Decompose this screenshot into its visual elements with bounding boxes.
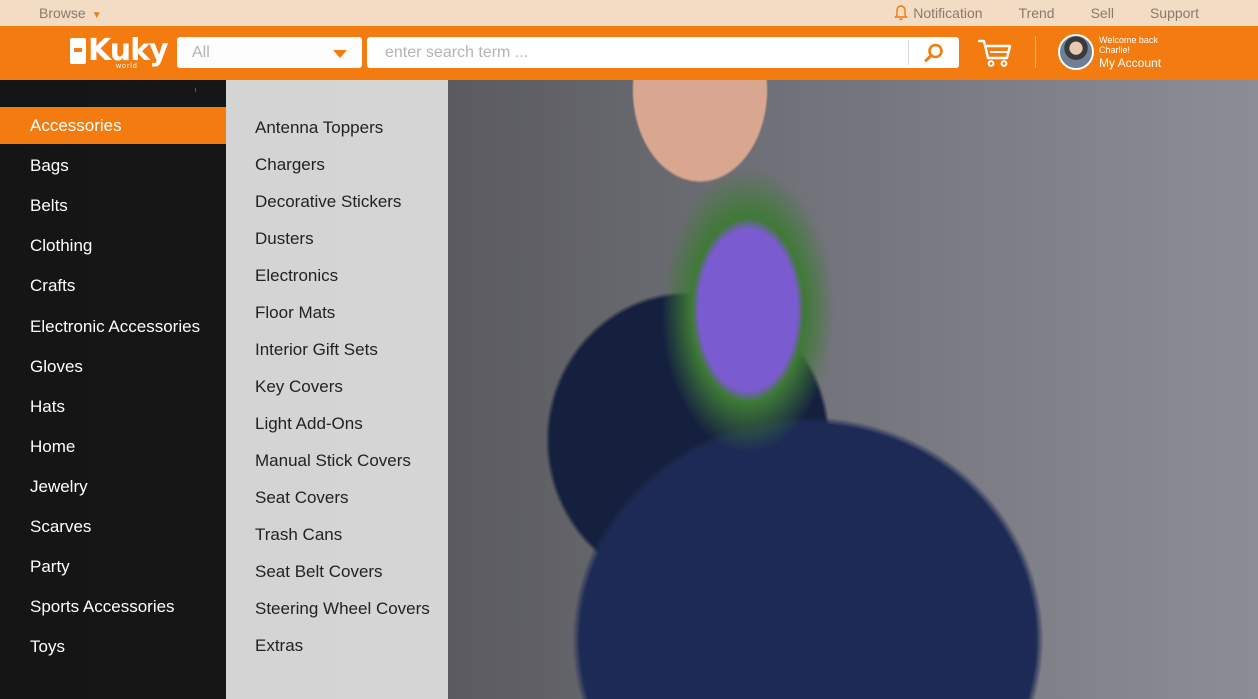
subcategory-item-decorative-stickers[interactable]: Decorative Stickers [255, 192, 401, 212]
logo-subtext: world [116, 63, 138, 70]
category-item-gloves[interactable]: Gloves [0, 348, 226, 385]
avatar [1058, 34, 1094, 70]
support-link[interactable]: Support [1150, 5, 1199, 21]
browse-label: Browse [39, 5, 86, 21]
top-bar: Browse ▼ Notification Trend Sell Support [0, 0, 1258, 26]
category-item-crafts[interactable]: Crafts [0, 267, 226, 304]
account-menu[interactable]: Welcome back Charlie! My Account [1058, 34, 1161, 70]
search-input[interactable] [367, 37, 907, 68]
browse-menu[interactable]: Browse ▼ [39, 5, 102, 21]
subcategory-item-dusters[interactable]: Dusters [255, 229, 314, 249]
category-item-home[interactable]: Home [0, 428, 226, 465]
category-menu: Accessories Bags Belts Clothing Crafts E… [0, 80, 226, 699]
menu-tick [195, 88, 196, 92]
my-account-link[interactable]: My Account [1099, 57, 1161, 69]
cart-icon[interactable] [977, 38, 1013, 68]
subcategory-item-interior-gift-sets[interactable]: Interior Gift Sets [255, 340, 378, 360]
welcome-text: Welcome back [1099, 34, 1158, 45]
category-item-sports-accessories[interactable]: Sports Accessories [0, 588, 226, 625]
top-links: Notification Trend Sell Support [894, 5, 1199, 21]
subcategory-item-floor-mats[interactable]: Floor Mats [255, 303, 335, 323]
category-item-clothing[interactable]: Clothing [0, 227, 226, 264]
search-box [367, 37, 959, 68]
category-item-electronic-accessories[interactable]: Electronic Accessories [0, 308, 226, 345]
subcategory-item-manual-stick-covers[interactable]: Manual Stick Covers [255, 451, 411, 471]
subcategory-item-seat-covers[interactable]: Seat Covers [255, 488, 349, 508]
dropdown-arrow-icon [333, 50, 347, 58]
subcategory-item-electronics[interactable]: Electronics [255, 266, 338, 286]
subcategory-item-key-covers[interactable]: Key Covers [255, 377, 343, 397]
account-text: Welcome back Charlie! My Account [1099, 34, 1161, 69]
notification-label: Notification [913, 5, 983, 21]
category-select[interactable]: All [177, 37, 362, 68]
notification-link[interactable]: Notification [894, 5, 983, 21]
category-item-jewelry[interactable]: Jewelry [0, 468, 226, 505]
subcategory-item-steering-wheel-covers[interactable]: Steering Wheel Covers [255, 599, 430, 619]
category-item-toys[interactable]: Toys [0, 628, 226, 665]
category-item-accessories[interactable]: Accessories [0, 107, 226, 144]
category-item-party[interactable]: Party [0, 548, 226, 585]
hero-image [448, 80, 1258, 699]
logo[interactable]: Kuky world [70, 35, 169, 71]
subcategory-item-seat-belt-covers[interactable]: Seat Belt Covers [255, 562, 383, 582]
subcategory-item-light-add-ons[interactable]: Light Add-Ons [255, 414, 363, 434]
subcategory-item-trash-cans[interactable]: Trash Cans [255, 525, 342, 545]
sell-link[interactable]: Sell [1091, 5, 1114, 21]
caret-down-icon: ▼ [91, 10, 102, 21]
header-separator [1035, 36, 1036, 68]
category-item-scarves[interactable]: Scarves [0, 508, 226, 545]
logo-mark [70, 38, 86, 64]
subcategory-item-chargers[interactable]: Chargers [255, 155, 325, 175]
category-item-bags[interactable]: Bags [0, 147, 226, 184]
user-name: Charlie! [1099, 44, 1131, 55]
subcategory-item-antenna-toppers[interactable]: Antenna Toppers [255, 118, 383, 138]
category-item-hats[interactable]: Hats [0, 388, 226, 425]
subcategory-item-extras[interactable]: Extras [255, 636, 303, 656]
trend-link[interactable]: Trend [1019, 5, 1055, 21]
category-select-value: All [192, 44, 210, 61]
search-icon [924, 43, 943, 62]
main-header: Kuky world All Welcome back Charlie! My … [0, 26, 1258, 80]
subcategory-panel: Antenna Toppers Chargers Decorative Stic… [226, 80, 448, 699]
bell-icon [894, 5, 909, 21]
search-button[interactable] [909, 37, 959, 68]
category-item-belts[interactable]: Belts [0, 187, 226, 224]
